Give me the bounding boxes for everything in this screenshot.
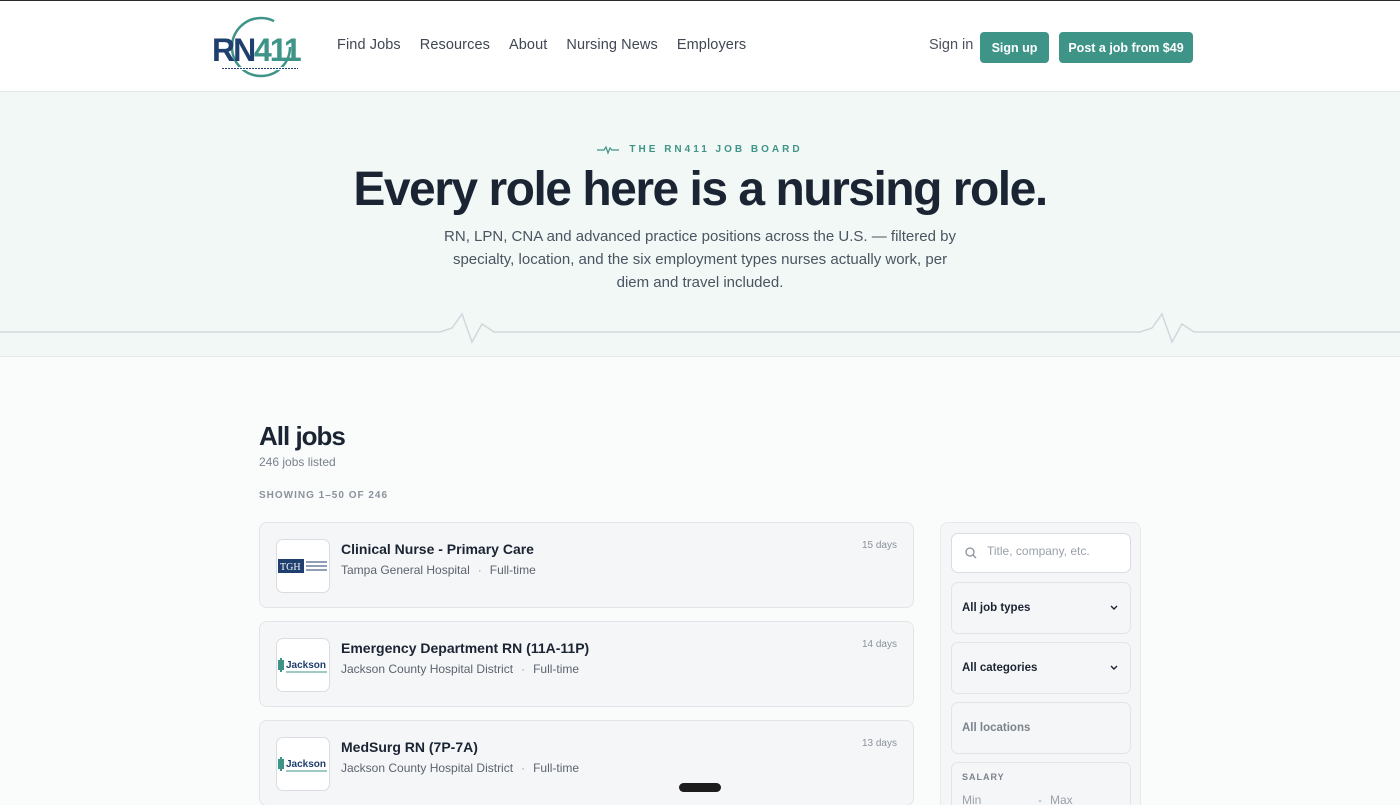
sign-in-link[interactable]: Sign in	[929, 37, 973, 53]
job-type-select-label: All job types	[962, 602, 1031, 614]
rn411-logo[interactable]: RN 411	[211, 15, 303, 79]
top-navigation-bar: RN 411 Find Jobs Resources About Nursing…	[0, 0, 1400, 92]
job-meta: Jackson County Hospital District · Full-…	[341, 761, 579, 775]
meta-separator: ·	[521, 662, 526, 676]
job-posted-age: 13 days	[861, 738, 897, 749]
sign-up-button[interactable]: Sign up	[980, 32, 1049, 63]
svg-text:RN: RN	[212, 32, 254, 68]
job-company: Jackson County Hospital District	[341, 662, 514, 676]
nav-about[interactable]: About	[509, 37, 547, 53]
job-company: Jackson County Hospital District	[341, 761, 514, 775]
post-job-button[interactable]: Post a job from $49	[1059, 32, 1193, 63]
hero-subtitle: RN, LPN, CNA and advanced practice posit…	[444, 228, 956, 291]
chevron-down-icon	[1110, 605, 1118, 610]
job-meta: Tampa General Hospital · Full-time	[341, 563, 536, 577]
jackson-logo: Jackson	[276, 737, 330, 791]
heartbeat-line-decoration	[0, 312, 1400, 344]
category-select-label: All categories	[962, 662, 1038, 674]
salary-min-input[interactable]: Min	[962, 793, 981, 805]
nav-nursing-news[interactable]: Nursing News	[566, 37, 657, 53]
job-type-select[interactable]: All job types	[951, 582, 1131, 634]
job-card[interactable]: TGH Clinical Nurse - Primary Care Tampa …	[259, 522, 914, 608]
tgh-logo: TGH	[276, 539, 330, 593]
location-select-label: All locations	[962, 722, 1031, 734]
search-icon	[965, 547, 977, 559]
nav-find-jobs[interactable]: Find Jobs	[337, 37, 401, 53]
job-meta: Jackson County Hospital District · Full-…	[341, 662, 579, 676]
svg-text:TGH: TGH	[280, 562, 301, 573]
chevron-down-icon	[1110, 665, 1118, 670]
salary-filter: SALARY Min - Max	[951, 762, 1131, 805]
job-type: Full-time	[489, 563, 536, 577]
svg-text:Jackson: Jackson	[286, 660, 326, 671]
hero-eyebrow: THE RN411 JOB BOARD	[0, 144, 1400, 155]
meta-separator: ·	[477, 563, 482, 577]
category-select[interactable]: All categories	[951, 642, 1131, 694]
meta-separator: ·	[521, 761, 526, 775]
svg-text:411: 411	[254, 32, 301, 68]
pagination-summary: SHOWING 1–50 OF 246	[259, 490, 389, 501]
job-card[interactable]: Jackson MedSurg RN (7P-7A) Jackson Count…	[259, 720, 914, 805]
nav-resources[interactable]: Resources	[420, 37, 490, 53]
jobs-heading: All jobs	[259, 421, 346, 451]
job-posted-age: 14 days	[861, 639, 897, 650]
svg-text:Jackson: Jackson	[286, 759, 326, 770]
job-type: Full-time	[533, 761, 580, 775]
search-input[interactable]	[987, 544, 1122, 558]
job-posted-age: 15 days	[861, 540, 897, 551]
job-title[interactable]: Emergency Department RN (11A-11P)	[341, 640, 589, 656]
hero-title: Every role here is a nursing role.	[353, 163, 1048, 216]
nav-employers[interactable]: Employers	[677, 37, 746, 53]
hero-eyebrow-text: THE RN411 JOB BOARD	[629, 144, 803, 155]
main-nav: Find Jobs Resources About Nursing News E…	[337, 37, 746, 53]
salary-label: SALARY	[962, 772, 1005, 782]
filters-sidebar: All job types All categories All locatio…	[940, 522, 1141, 805]
salary-separator: -	[1038, 793, 1042, 805]
job-title[interactable]: Clinical Nurse - Primary Care	[341, 541, 534, 557]
job-card[interactable]: Jackson Emergency Department RN (11A-11P…	[259, 621, 914, 707]
jackson-logo: Jackson	[276, 638, 330, 692]
heartbeat-icon	[597, 145, 620, 155]
job-type: Full-time	[533, 662, 580, 676]
job-company: Tampa General Hospital	[341, 563, 470, 577]
job-search-box[interactable]	[951, 533, 1131, 573]
jobs-count: 246 jobs listed	[259, 455, 336, 469]
job-title[interactable]: MedSurg RN (7P-7A)	[341, 739, 478, 755]
salary-max-input[interactable]: Max	[1050, 793, 1073, 805]
scroll-indicator[interactable]	[679, 783, 721, 792]
hero-section: THE RN411 JOB BOARD Every role here is a…	[0, 92, 1400, 357]
location-select[interactable]: All locations	[951, 702, 1131, 754]
